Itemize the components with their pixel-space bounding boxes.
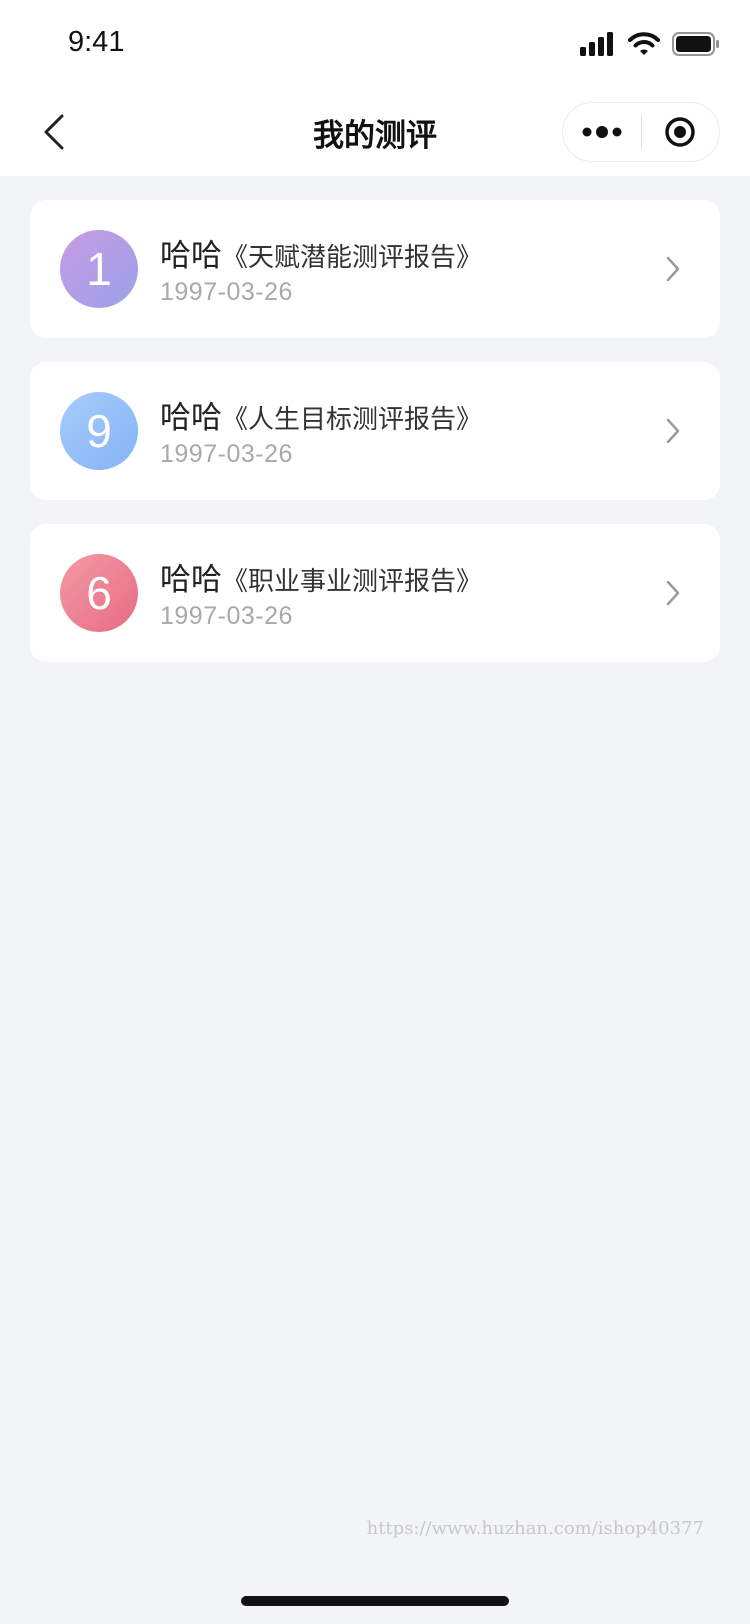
- chevron-right-icon: [656, 414, 690, 448]
- more-button[interactable]: [563, 103, 641, 161]
- report-name: 《职业事业测评报告》: [222, 567, 483, 597]
- more-dots-icon: [582, 126, 622, 138]
- battery-icon: [672, 32, 719, 56]
- report-name: 《天赋潜能测评报告》: [222, 243, 483, 273]
- home-indicator: [241, 1596, 509, 1606]
- watermark: https://www.huzhan.com/ishop40377: [366, 1518, 704, 1539]
- card-title: 哈哈《职业事业测评报告》: [160, 554, 482, 599]
- report-card[interactable]: 6 哈哈《职业事业测评报告》 1997-03-26: [30, 524, 720, 662]
- nav-bar: 我的测评: [0, 88, 750, 176]
- status-icons: [580, 32, 720, 56]
- report-date: 1997-03-26: [160, 602, 293, 630]
- target-close-icon: [665, 117, 695, 147]
- status-bar: 9:41: [0, 0, 750, 88]
- card-title: 哈哈《人生目标测评报告》: [160, 392, 482, 437]
- card-title: 哈哈《天赋潜能测评报告》: [160, 230, 482, 275]
- user-name: 哈哈: [160, 238, 222, 274]
- close-button[interactable]: [642, 103, 720, 161]
- user-name: 哈哈: [160, 562, 222, 598]
- number-badge: 9: [60, 392, 138, 470]
- number-badge: 6: [60, 554, 138, 632]
- report-date: 1997-03-26: [160, 440, 293, 468]
- number-badge: 1: [60, 230, 138, 308]
- status-time: 9:41: [68, 26, 125, 58]
- report-date: 1997-03-26: [160, 278, 293, 306]
- wifi-icon: [628, 32, 660, 55]
- user-name: 哈哈: [160, 400, 222, 436]
- mini-program-capsule: [562, 102, 720, 162]
- chevron-right-icon: [656, 576, 690, 610]
- chevron-right-icon: [656, 252, 690, 286]
- report-list: 1 哈哈《天赋潜能测评报告》 1997-03-26 9 哈哈《人生目标测评报告》…: [30, 200, 720, 686]
- signal-icon: [580, 32, 613, 56]
- report-card[interactable]: 9 哈哈《人生目标测评报告》 1997-03-26: [30, 362, 720, 500]
- report-name: 《人生目标测评报告》: [222, 405, 483, 435]
- report-card[interactable]: 1 哈哈《天赋潜能测评报告》 1997-03-26: [30, 200, 720, 338]
